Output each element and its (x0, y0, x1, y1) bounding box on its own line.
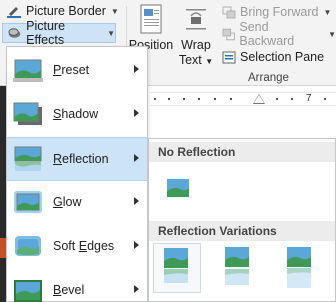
menu-item-label: Reflection (53, 152, 109, 166)
picture-border-button[interactable]: Picture Border ▼ (6, 2, 119, 20)
reflection-variation-1[interactable] (153, 243, 201, 293)
horizontal-ruler[interactable]: 7 (150, 92, 336, 106)
chevron-right-icon (134, 65, 139, 73)
reflection-variation-3[interactable] (277, 243, 325, 293)
wrap-text-button[interactable]: Wrap Text ▼ (177, 4, 215, 69)
picture-effects-label: Picture Effects (26, 19, 66, 47)
menu-item-label: Shadow (53, 107, 99, 121)
no-reflection-option[interactable] (162, 169, 210, 219)
reflection-variation-thumbnail-icon (164, 248, 188, 283)
preset-thumbnail-icon (13, 59, 43, 82)
bevel-thumbnail-icon (14, 280, 42, 302)
picture-border-icon (7, 7, 21, 18)
picture-effects-button[interactable]: Picture Effects ▼ (2, 19, 116, 47)
bring-forward-button[interactable]: Bring Forward ▼ (222, 3, 331, 21)
chevron-right-icon (134, 197, 139, 205)
menu-item-reflection[interactable]: Reflection (7, 137, 147, 181)
chevron-right-icon (134, 241, 139, 249)
bring-forward-icon (222, 6, 236, 18)
chevron-down-icon: ▼ (110, 6, 119, 16)
glow-thumbnail-icon (14, 191, 42, 213)
picture-border-label: Picture Border (26, 4, 106, 18)
chevron-down-icon: ▼ (107, 28, 115, 38)
reflection-variation-2[interactable] (215, 243, 263, 293)
send-backward-icon (222, 28, 235, 40)
ruler-mark: 7 (306, 93, 312, 104)
position-icon (140, 4, 162, 34)
no-reflection-header: No Reflection (149, 142, 335, 162)
wrap-text-icon (186, 9, 206, 30)
chevron-right-icon (134, 285, 139, 293)
reflection-variation-thumbnail-icon (225, 247, 249, 285)
selection-pane-label: Selection Pane (240, 50, 325, 64)
reflection-thumbnail-icon (14, 146, 42, 171)
selection-pane-icon (222, 51, 236, 63)
chevron-down-icon: ▼ (328, 29, 336, 39)
reflection-variations-header: Reflection Variations (149, 221, 335, 241)
menu-item-label: Bevel (53, 283, 85, 297)
shadow-thumbnail-icon (13, 102, 42, 125)
send-backward-label: Send Backward (239, 20, 295, 48)
menu-item-label: Preset (53, 63, 90, 77)
menu-item-label: Soft Edges (53, 239, 115, 253)
menu-item-bevel[interactable]: Bevel (7, 269, 147, 302)
soft-edges-thumbnail-icon (15, 236, 41, 256)
send-backward-button[interactable]: Send Backward ▼ (222, 20, 336, 48)
chevron-down-icon: ▼ (205, 57, 214, 66)
no-reflection-thumbnail-icon (167, 179, 189, 197)
menu-item-preset[interactable]: Preset (7, 49, 147, 93)
menu-item-shadow[interactable]: Shadow (7, 93, 147, 137)
menu-item-soft-edges[interactable]: Soft Edges (7, 225, 147, 269)
wrap-text-label: Wrap Text ▼ (178, 38, 214, 67)
picture-effects-icon (8, 28, 21, 38)
chevron-down-icon: ▼ (323, 7, 332, 17)
picture-effects-menu: Preset Shadow Reflection Glow Soft Edges… (6, 46, 148, 302)
reflection-submenu: No Reflection Reflection Variations (148, 138, 336, 302)
arrange-group-label: Arrange (248, 72, 289, 84)
reflection-variation-thumbnail-icon (287, 247, 311, 288)
chevron-right-icon (134, 154, 139, 162)
menu-item-glow[interactable]: Glow (7, 181, 147, 225)
chevron-right-icon (134, 109, 139, 117)
selection-pane-button[interactable]: Selection Pane (222, 48, 324, 66)
bring-forward-label: Bring Forward (240, 5, 319, 19)
menu-item-label: Glow (53, 195, 82, 209)
